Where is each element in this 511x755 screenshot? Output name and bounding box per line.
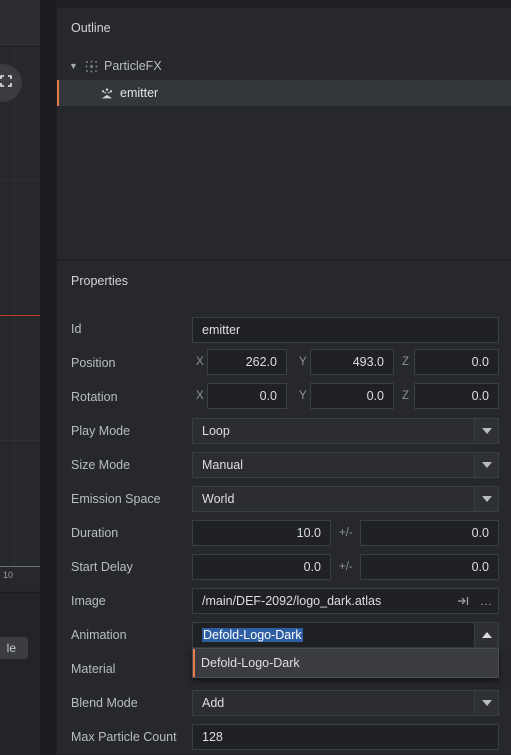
rotation-label: Rotation [71,390,118,404]
curve-zero-line [0,315,40,316]
properties-title: Properties [71,274,128,288]
outline-item-label: ParticleFX [104,59,162,73]
play-mode-select[interactable]: Loop [192,418,499,444]
rotation-z-field[interactable]: 0.0 [414,383,499,409]
animation-select[interactable]: Defold-Logo-Dark [192,622,499,648]
grid-line [14,46,15,576]
rotation-y-value: 0.0 [366,389,384,403]
left-panel-button[interactable]: le [0,637,28,659]
outline-item-particlefx[interactable]: ▼ ParticleFX [57,53,511,79]
canvas-toolbar [0,0,40,47]
position-z-value: 0.0 [471,355,489,369]
emission-space-value: World [202,492,235,506]
x-axis-tag: X [196,390,204,402]
caret-down-icon[interactable]: ▼ [69,61,79,71]
plus-minus-label: +/- [339,527,353,539]
z-axis-tag: Z [402,390,410,402]
size-mode-value: Manual [202,458,243,472]
x-axis-tag: X [196,356,204,368]
left-editor-strip: 10 le [0,0,40,755]
image-field[interactable]: /main/DEF-2092/logo_dark.atlas … [192,588,499,614]
chevron-up-icon[interactable] [474,623,498,647]
start-delay-field[interactable]: 0.0 [192,554,331,580]
max-particle-count-value: 128 [202,730,223,744]
emission-space-label: Emission Space [71,492,161,506]
left-panel-button-label: le [6,641,16,655]
dropdown-option-label: Defold-Logo-Dark [201,656,300,670]
animation-value: Defold-Logo-Dark [202,628,303,642]
size-mode-select[interactable]: Manual [192,452,499,478]
emission-space-select[interactable]: World [192,486,499,512]
play-mode-label: Play Mode [71,424,131,438]
duration-spread-value: 0.0 [471,526,489,540]
animation-label: Animation [71,628,127,642]
start-delay-spread-value: 0.0 [471,560,489,574]
blend-mode-select[interactable]: Add [192,690,499,716]
chevron-down-icon[interactable] [474,691,498,715]
position-label: Position [71,356,116,370]
position-y-field[interactable]: 493.0 [310,349,394,375]
blend-mode-label: Blend Mode [71,696,138,710]
outline-panel: Outline ▼ ParticleFX emitter [57,8,511,259]
duration-value: 10.0 [296,526,321,540]
max-particle-count-label: Max Particle Count [71,730,177,744]
max-particle-count-field[interactable]: 128 [192,724,499,750]
x-axis-line [0,566,40,567]
rotation-y-field[interactable]: 0.0 [310,383,394,409]
animation-dropdown-list: Defold-Logo-Dark [192,648,499,678]
rotation-x-value: 0.0 [259,389,277,403]
material-label: Material [71,662,116,676]
left-bottom-panel [0,592,40,755]
image-label: Image [71,594,106,608]
goto-resource-icon[interactable] [452,589,474,613]
start-delay-spread-field[interactable]: 0.0 [360,554,499,580]
particlefx-icon [84,59,98,73]
rotation-x-field[interactable]: 0.0 [207,383,287,409]
duration-field[interactable]: 10.0 [192,520,331,546]
size-mode-label: Size Mode [71,458,131,472]
position-z-field[interactable]: 0.0 [414,349,499,375]
chevron-down-icon[interactable] [474,453,498,477]
grid-line [0,180,40,181]
start-delay-label: Start Delay [71,560,133,574]
panel-divider[interactable] [40,0,56,754]
dropdown-option[interactable]: Defold-Logo-Dark [193,649,498,677]
image-path-value: /main/DEF-2092/logo_dark.atlas [202,594,382,608]
outline-item-emitter[interactable]: emitter [57,80,511,106]
outline-item-label: emitter [120,86,159,100]
y-axis-tag: Y [299,356,307,368]
id-label: Id [71,322,82,336]
blend-mode-value: Add [202,696,225,710]
start-delay-value: 0.0 [303,560,321,574]
id-value: emitter [202,323,241,337]
position-y-value: 493.0 [352,355,384,369]
browse-button[interactable]: … [475,589,497,613]
expand-icon [0,74,22,92]
play-mode-value: Loop [202,424,230,438]
plus-minus-label: +/- [339,561,353,573]
grid-line [0,440,40,441]
chevron-down-icon[interactable] [474,419,498,443]
duration-label: Duration [71,526,119,540]
z-axis-tag: Z [402,356,410,368]
id-field[interactable]: emitter [192,317,499,343]
emitter-icon [100,86,114,100]
properties-panel: Properties Id emitter Position X 262.0 Y… [57,261,511,754]
axis-tick-label: 10 [3,570,14,580]
position-x-field[interactable]: 262.0 [207,349,287,375]
outline-title: Outline [71,21,111,35]
duration-spread-field[interactable]: 0.0 [360,520,499,546]
position-x-value: 262.0 [245,355,277,369]
y-axis-tag: Y [299,390,307,402]
chevron-down-icon[interactable] [474,487,498,511]
rotation-z-value: 0.0 [471,389,489,403]
